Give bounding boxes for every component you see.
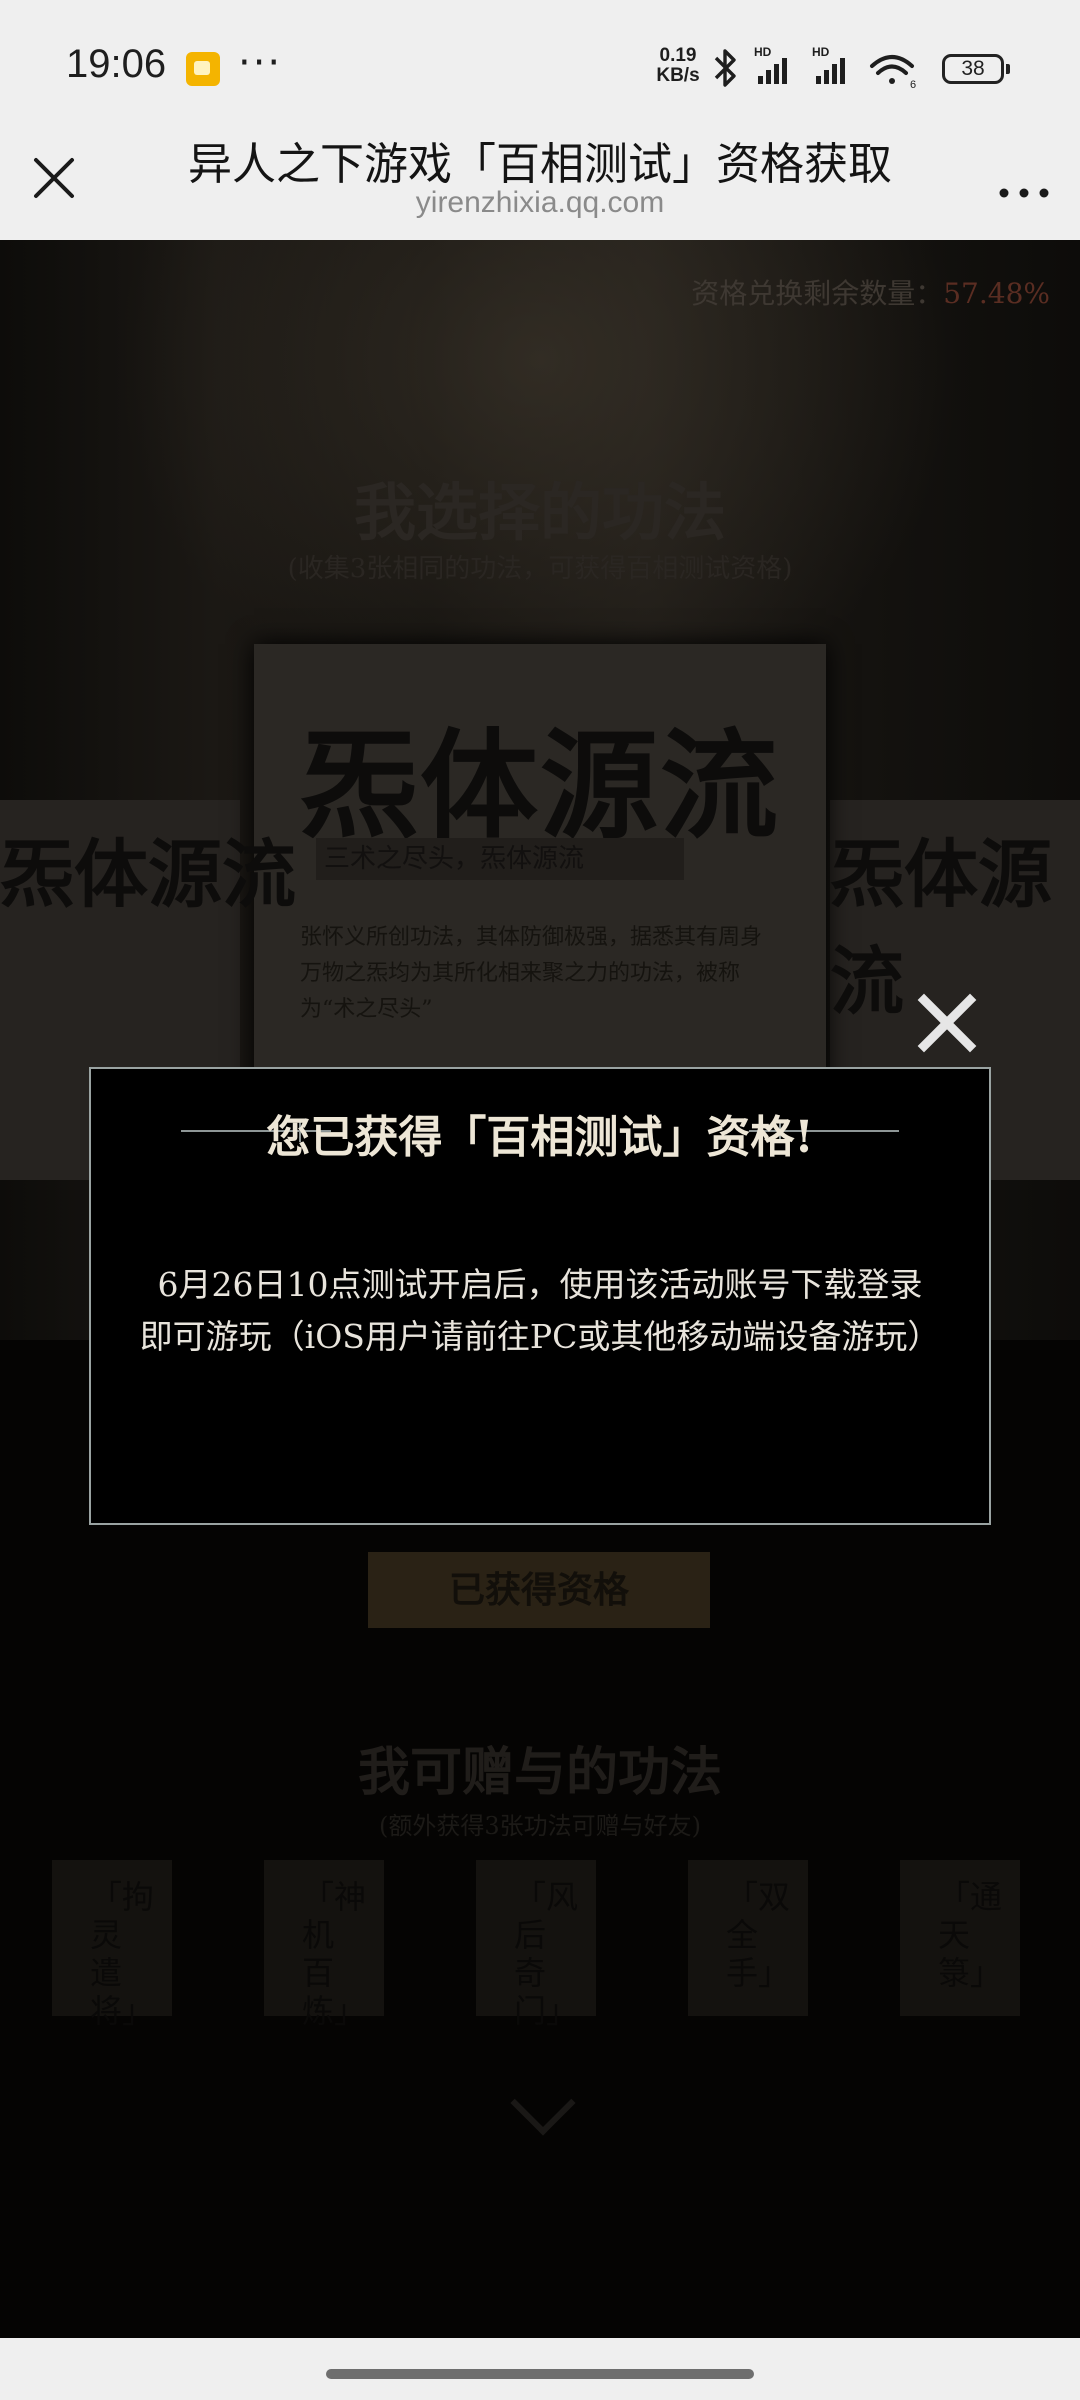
page-domain: yirenzhixia.qq.com — [415, 186, 665, 219]
qualification-status-button[interactable]: 已获得资格 — [368, 1552, 710, 1628]
modal-message: 6月26日10点测试开启后，使用该活动账号下载登录 即可游玩（iOS用户请前往P… — [121, 1259, 959, 1363]
modal-close-icon[interactable] — [912, 988, 982, 1058]
modal-message-line: 即可游玩（iOS用户请前往PC或其他移动端设备游玩） — [139, 1317, 941, 1356]
gift-card-label: 「风后奇门」 — [514, 1878, 579, 2030]
selected-skills-subtitle: (收集3张相同的功法，可获得百相测试资格) — [287, 554, 793, 584]
giftable-skills-title: 我可赠与的功法 — [357, 1742, 722, 1803]
gift-card[interactable]: 「通天箓」 — [900, 1860, 1020, 2016]
modal-message-line: 6月26日10点测试开启后，使用该活动账号下载登录 — [157, 1265, 923, 1304]
gift-card-label: 「神机百炼」 — [302, 1878, 367, 2030]
gift-card-label: 「通天箓」 — [938, 1878, 1003, 1992]
status-bar: 19:06 ··· 0.19 KB/s HD HD 6 38 — [0, 0, 1080, 140]
quota-value: 57.48% — [943, 277, 1050, 310]
notes-app-icon — [186, 52, 220, 86]
network-speed-unit: KB/s — [656, 65, 700, 86]
skill-card-title: 炁体源流 — [300, 716, 781, 855]
svg-text:HD: HD — [754, 45, 772, 59]
page-title: 异人之下游戏「百相测试」资格获取 — [188, 139, 892, 190]
hd-signal-icon: HD — [754, 45, 787, 84]
skill-card-tagline: 三术之尽头，炁体源流 — [316, 838, 684, 880]
qualification-modal: 您已获得「百相测试」资格! 6月26日10点测试开启后，使用该活动账号下载登录 … — [89, 1067, 991, 1525]
modal-header: 您已获得「百相测试」资格! — [91, 1101, 989, 1163]
gift-card[interactable]: 「拘灵遣将」 — [52, 1860, 172, 2030]
scroll-down-icon[interactable] — [510, 2070, 576, 2136]
quota-label: 资格兑换剩余数量： — [691, 277, 944, 310]
gift-card-label: 「双全手」 — [726, 1878, 791, 1992]
svg-text:6: 6 — [910, 79, 916, 91]
skill-card-description: 张怀义所创功法，其体防御极强，据悉其有周身万物之炁均为其所化相来聚之力的功法，被… — [300, 925, 763, 1022]
giftable-skills-subtitle: (额外获得3张功法可赠与好友) — [379, 1812, 701, 1840]
wifi-icon: 6 — [870, 55, 916, 91]
gift-card[interactable]: 「风后奇门」 — [476, 1860, 596, 2030]
network-speed: 0.19 KB/s — [650, 46, 706, 86]
selected-skills-title: 我选择的功法 — [353, 476, 726, 549]
quota-indicator: 资格兑换剩余数量：57.48% — [691, 272, 1050, 312]
battery-indicator: 38 — [942, 54, 1010, 84]
gift-card[interactable]: 「神机百炼」 — [264, 1860, 384, 2030]
svg-text:HD: HD — [812, 45, 830, 59]
gift-card[interactable]: 「双全手」 — [688, 1860, 808, 2016]
modal-title: 您已获得「百相测试」资格! — [266, 1112, 814, 1163]
close-icon[interactable] — [26, 140, 82, 210]
skill-card-left-title: 炁体源流 — [0, 832, 296, 918]
gift-card-label: 「拘灵遣将」 — [90, 1878, 155, 2030]
home-gesture-handle[interactable] — [326, 2369, 754, 2379]
status-time: 19:06 — [66, 42, 167, 86]
browser-nav-bar: 异人之下游戏「百相测试」资格获取 yirenzhixia.qq.com — [0, 139, 1080, 240]
network-speed-value: 0.19 — [659, 45, 697, 66]
more-options-icon[interactable] — [994, 158, 1054, 198]
navigation-gesture-area — [0, 2338, 1080, 2400]
bluetooth-icon — [714, 49, 736, 87]
status-icons: HD HD 6 — [714, 45, 916, 91]
hd-signal-icon: HD — [812, 45, 845, 84]
more-notifications-indicator: ··· — [238, 40, 283, 86]
